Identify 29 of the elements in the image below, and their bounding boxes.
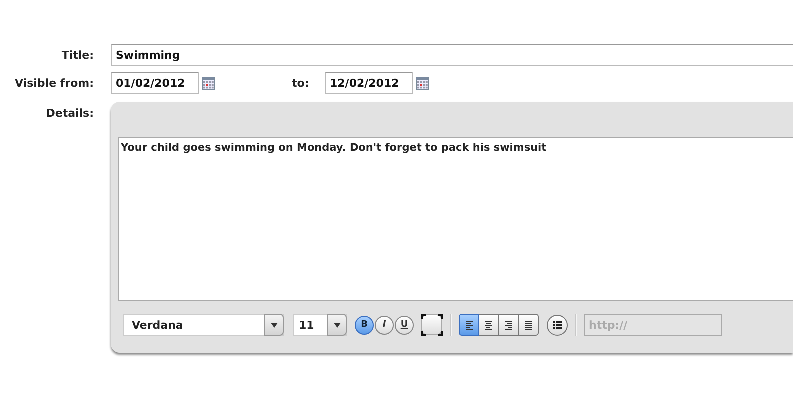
- calendar-icon[interactable]: [416, 76, 429, 90]
- bullet-list-button[interactable]: [547, 314, 568, 336]
- bold-button[interactable]: B: [355, 316, 374, 334]
- font-select[interactable]: Verdana: [123, 314, 284, 336]
- details-text-area[interactable]: Your child goes swimming on Monday. Don't forget to pack his swimsuit: [118, 137, 793, 301]
- align-justify-icon: [525, 320, 532, 330]
- align-justify-button[interactable]: [519, 314, 539, 336]
- caret-icon: [334, 322, 340, 328]
- underline-button[interactable]: U: [395, 316, 414, 334]
- visible-from-label: Visible from:: [14, 76, 95, 90]
- calendar-icon[interactable]: [202, 76, 215, 90]
- italic-button[interactable]: I: [375, 316, 394, 334]
- align-right-button[interactable]: [499, 314, 519, 336]
- details-text: Your child goes swimming on Monday. Don't forget to pack his swimsuit: [121, 142, 547, 154]
- font-size-select[interactable]: 11: [293, 314, 347, 336]
- align-left-icon: [466, 320, 472, 330]
- title-label: Title:: [60, 48, 95, 62]
- caret-icon: [270, 322, 278, 328]
- details-label: Details:: [45, 106, 95, 120]
- title-field[interactable]: Swimming: [111, 44, 793, 66]
- align-center-icon: [485, 320, 492, 330]
- align-left-button[interactable]: [459, 314, 479, 336]
- date-field[interactable]: 12/02/2012: [325, 72, 413, 94]
- bullet-list-icon: [553, 321, 562, 329]
- color-swatch-icon[interactable]: [421, 314, 443, 336]
- to-label: to:: [292, 76, 310, 90]
- align-right-icon: [505, 320, 512, 330]
- align-center-button[interactable]: [479, 314, 499, 336]
- date-field[interactable]: 01/02/2012: [111, 72, 199, 94]
